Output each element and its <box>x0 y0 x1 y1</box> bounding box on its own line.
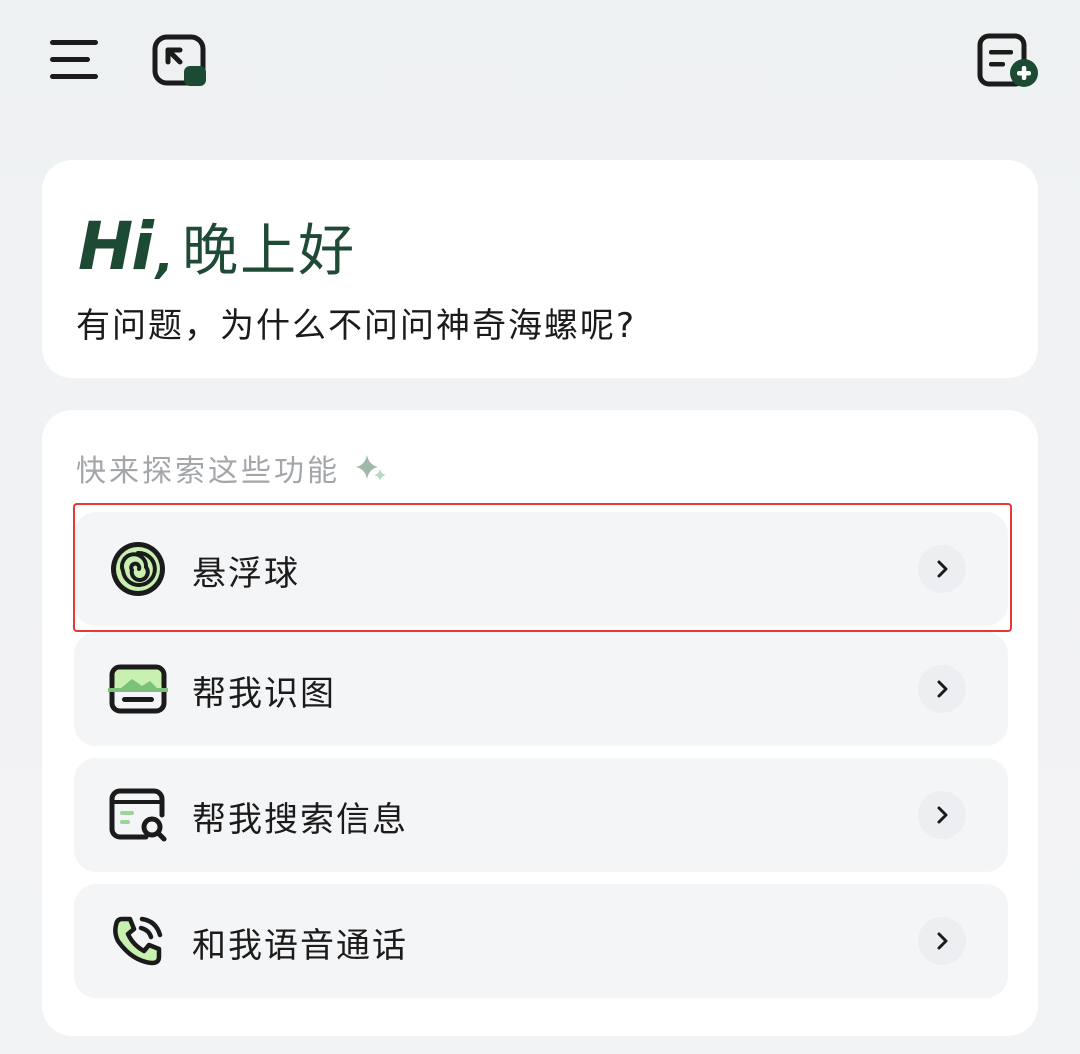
feature-label: 悬浮球 <box>192 554 300 594</box>
feature-item-floating-ball[interactable]: 悬浮球 <box>74 512 1008 626</box>
greeting-card: Hi , 晚上好 有问题，为什么不问问神奇海螺呢? <box>42 160 1038 378</box>
greeting-title: Hi , 晚上好 <box>78 200 357 285</box>
menu-icon[interactable] <box>46 34 102 86</box>
sparkle-icon <box>354 451 388 485</box>
feature-label: 帮我识图 <box>192 674 336 714</box>
feature-item-image-recognition[interactable]: 帮我识图 <box>74 632 1008 746</box>
features-card: 快来探索这些功能 悬浮球 帮我识图 帮我搜索信息 和我语音通话 <box>42 410 1038 1036</box>
chevron-right-icon[interactable] <box>918 917 966 965</box>
greeting-comma: , <box>155 228 175 284</box>
greeting-hi: Hi <box>78 208 154 285</box>
voice-call-icon <box>108 911 168 971</box>
floating-window-icon[interactable] <box>148 30 212 92</box>
feature-label: 帮我搜索信息 <box>192 800 408 840</box>
features-heading: 快来探索这些功能 <box>76 446 388 490</box>
new-chat-icon[interactable] <box>972 30 1044 92</box>
feature-label: 和我语音通话 <box>192 926 408 966</box>
greeting-subtitle: 有问题，为什么不问问神奇海螺呢? <box>76 306 637 346</box>
greeting-salutation: 晚上好 <box>182 219 357 284</box>
features-heading-text: 快来探索这些功能 <box>76 454 340 489</box>
chevron-right-icon[interactable] <box>918 791 966 839</box>
floating-ball-icon <box>108 539 168 599</box>
app-home-screen: Hi , 晚上好 有问题，为什么不问问神奇海螺呢? 快来探索这些功能 悬浮球 帮… <box>0 0 1080 1054</box>
top-bar <box>0 0 1080 130</box>
image-recognition-icon <box>108 659 168 719</box>
chevron-right-icon[interactable] <box>918 545 966 593</box>
chevron-right-icon[interactable] <box>918 665 966 713</box>
feature-item-search-info[interactable]: 帮我搜索信息 <box>74 758 1008 872</box>
search-info-icon <box>108 785 168 845</box>
feature-item-voice-call[interactable]: 和我语音通话 <box>74 884 1008 998</box>
